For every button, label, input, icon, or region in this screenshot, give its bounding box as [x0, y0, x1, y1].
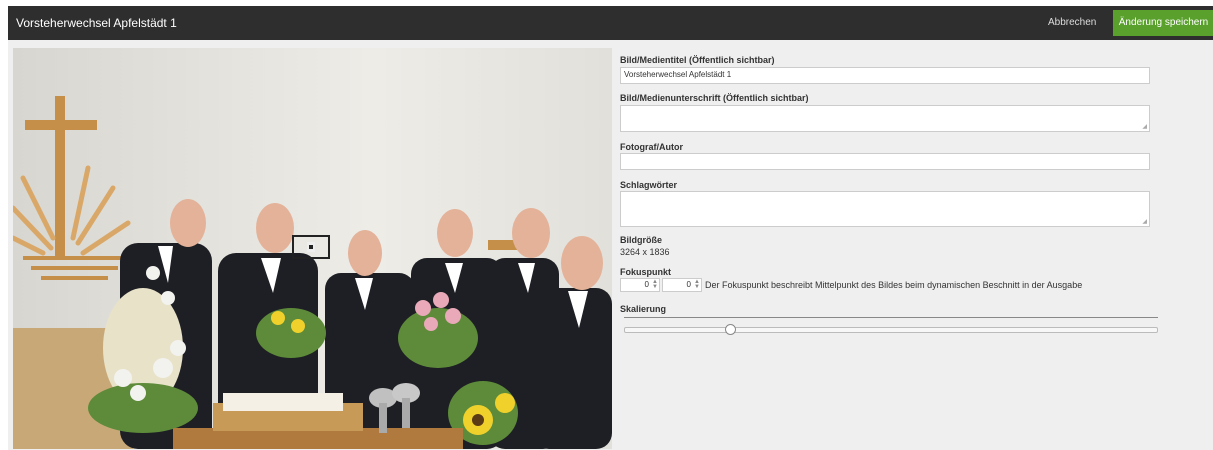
scale-slider-thumb[interactable]	[725, 324, 737, 335]
focus-y-stepper[interactable]: 0 ▲ ▼	[662, 278, 702, 292]
scale-slider-track[interactable]	[624, 327, 1158, 333]
caption-textarea[interactable]: ◢	[620, 105, 1150, 132]
size-value: 3264 x 1836	[620, 247, 670, 257]
focus-x-value: 0	[644, 280, 649, 289]
focus-label: Fokuspunkt	[620, 267, 671, 277]
cancel-button[interactable]: Abbrechen	[1048, 6, 1096, 40]
title-label: Bild/Medientitel (Öffentlich sichtbar)	[620, 55, 775, 65]
save-button[interactable]: Änderung speichern	[1113, 10, 1213, 36]
editor-panel: Bild/Medientitel (Öffentlich sichtbar) V…	[8, 40, 1213, 450]
tags-label: Schlagwörter	[620, 180, 678, 190]
photo-illustration	[13, 48, 612, 449]
focus-y-value: 0	[686, 280, 691, 289]
caption-label: Bild/Medienunterschrift (Öffentlich sich…	[620, 93, 809, 103]
focus-hint: Der Fokuspunkt beschreibt Mittelpunkt de…	[705, 280, 1083, 290]
author-label: Fotograf/Autor	[620, 142, 683, 152]
tags-textarea[interactable]: ◢	[620, 191, 1150, 227]
media-image[interactable]	[13, 48, 612, 449]
resize-handle-icon[interactable]: ◢	[1142, 218, 1147, 225]
title-input[interactable]: Vorsteherwechsel Apfelstädt 1	[620, 67, 1150, 84]
scale-label: Skalierung	[620, 304, 667, 314]
scale-divider	[624, 317, 1158, 318]
author-input[interactable]	[620, 153, 1150, 170]
size-label: Bildgröße	[620, 235, 662, 245]
page-title: Vorsteherwechsel Apfelstädt 1	[16, 16, 177, 30]
spin-arrows-icon[interactable]: ▲ ▼	[652, 279, 658, 290]
resize-handle-icon[interactable]: ◢	[1142, 123, 1147, 130]
spin-arrows-icon[interactable]: ▲ ▼	[694, 279, 700, 290]
focus-x-stepper[interactable]: 0 ▲ ▼	[620, 278, 660, 292]
top-bar: Vorsteherwechsel Apfelstädt 1 Abbrechen …	[8, 6, 1213, 40]
